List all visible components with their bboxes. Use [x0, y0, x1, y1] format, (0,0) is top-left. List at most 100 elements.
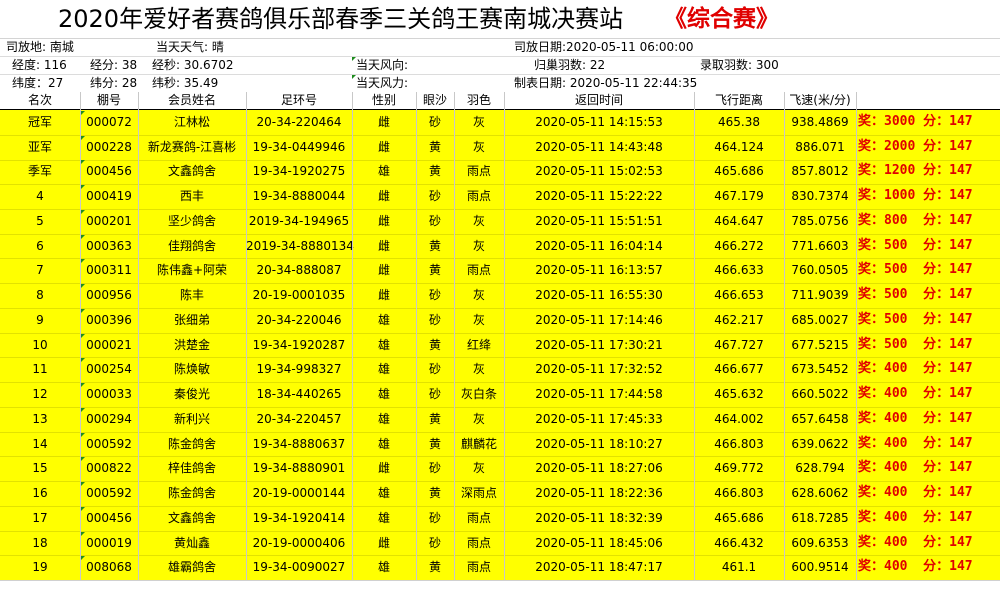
cell-member-name[interactable]: 张细弟: [138, 308, 246, 332]
longitude-sec[interactable]: 经秒: 30.6702: [152, 56, 233, 74]
cell-eye[interactable]: 砂: [416, 357, 454, 381]
cell-distance[interactable]: 464.647: [694, 209, 784, 233]
cell-loft[interactable]: 000228: [80, 135, 138, 159]
cell-loft[interactable]: 000822: [80, 456, 138, 480]
cell-eye[interactable]: 黄: [416, 555, 454, 579]
cell-member-name[interactable]: 佳翔鸽舍: [138, 234, 246, 258]
cell-eye[interactable]: 砂: [416, 283, 454, 307]
cell-distance[interactable]: 464.002: [694, 407, 784, 431]
cell-member-name[interactable]: 新利兴: [138, 407, 246, 431]
cell-prize-score[interactable]: 奖：500 分：147: [858, 258, 973, 282]
wind-force[interactable]: 当天风力:: [356, 74, 408, 92]
cell-eye[interactable]: 砂: [416, 184, 454, 208]
cell-rank[interactable]: 15: [0, 456, 80, 480]
cell-distance[interactable]: 461.1: [694, 555, 784, 579]
header-loft[interactable]: 棚号: [80, 92, 138, 109]
cell-member-name[interactable]: 梓佳鸽舍: [138, 456, 246, 480]
cell-rank[interactable]: 11: [0, 357, 80, 381]
cell-speed[interactable]: 628.6062: [784, 481, 856, 505]
table-row[interactable]: 8 000956 陈丰 20-19-0001035 雌砂灰 2020-05-11 16:5…: [0, 283, 1000, 309]
cell-eye[interactable]: 砂: [416, 209, 454, 233]
cell-sex[interactable]: 雌: [352, 456, 416, 480]
cell-distance[interactable]: 466.633: [694, 258, 784, 282]
table-row[interactable]: 7 000311 陈伟鑫+阿荣 20-34-888087 雌黄雨点 2020-05-11 …: [0, 258, 1000, 285]
cell-eye[interactable]: 砂: [416, 382, 454, 406]
cell-feather-color[interactable]: 红绛: [454, 333, 504, 357]
cell-ring-number[interactable]: 20-34-220464: [246, 110, 352, 134]
cell-prize-score[interactable]: 奖：800 分：147: [858, 209, 973, 233]
cell-feather-color[interactable]: 雨点: [454, 258, 504, 282]
table-row[interactable]: 15 000822 梓佳鸽舍 19-34-8880901 雌砂灰 2020-05-11 1…: [0, 456, 1000, 483]
cell-ring-number[interactable]: 2019-34-194965: [246, 209, 352, 233]
cell-return-time[interactable]: 2020-05-11 17:45:33: [504, 407, 694, 431]
cell-ring-number[interactable]: 20-34-220046: [246, 308, 352, 332]
table-row[interactable]: 11 000254 陈焕敏 19-34-998327 雄砂灰 2020-05-11 17:…: [0, 357, 1000, 384]
longitude-deg[interactable]: 经度: 116: [12, 56, 67, 74]
cell-member-name[interactable]: 秦俊光: [138, 382, 246, 406]
cell-ring-number[interactable]: 20-19-0001035: [246, 283, 352, 307]
cell-return-time[interactable]: 2020-05-11 18:32:39: [504, 506, 694, 530]
cell-loft[interactable]: 000456: [80, 506, 138, 530]
cell-return-time[interactable]: 2020-05-11 17:32:52: [504, 357, 694, 381]
cell-loft[interactable]: 000254: [80, 357, 138, 381]
cell-feather-color[interactable]: 灰白条: [454, 382, 504, 406]
cell-return-time[interactable]: 2020-05-11 18:10:27: [504, 432, 694, 456]
cell-distance[interactable]: 466.272: [694, 234, 784, 258]
cell-rank[interactable]: 5: [0, 209, 80, 233]
cell-feather-color[interactable]: 灰: [454, 456, 504, 480]
cell-prize-score[interactable]: 奖：500 分：147: [858, 333, 973, 357]
cell-feather-color[interactable]: 灰: [454, 234, 504, 258]
cell-prize-score[interactable]: 奖：1000 分：147: [858, 184, 973, 208]
cell-feather-color[interactable]: 雨点: [454, 555, 504, 579]
cell-member-name[interactable]: 新龙赛鸽-江喜彬: [138, 135, 246, 159]
cell-loft[interactable]: 000456: [80, 159, 138, 183]
cell-ring-number[interactable]: 19-34-0090027: [246, 555, 352, 579]
cell-feather-color[interactable]: 麒麟花: [454, 432, 504, 456]
cell-prize-score[interactable]: 奖：500 分：147: [858, 234, 973, 258]
cell-distance[interactable]: 466.803: [694, 481, 784, 505]
cell-ring-number[interactable]: 19-34-0449946: [246, 135, 352, 159]
cell-return-time[interactable]: 2020-05-11 17:44:58: [504, 382, 694, 406]
cell-member-name[interactable]: 雄霸鸽舍: [138, 555, 246, 579]
cell-ring-number[interactable]: 20-34-888087: [246, 258, 352, 282]
cell-ring-number[interactable]: 19-34-1920275: [246, 159, 352, 183]
cell-member-name[interactable]: 西丰: [138, 184, 246, 208]
cell-return-time[interactable]: 2020-05-11 14:15:53: [504, 110, 694, 134]
cell-loft[interactable]: 000201: [80, 209, 138, 233]
cell-member-name[interactable]: 坚少鸽舍: [138, 209, 246, 233]
table-row[interactable]: 14 000592 陈金鸽舍 19-34-8880637 雄黄麒麟花 2020-05-11…: [0, 432, 1000, 458]
cell-speed[interactable]: 609.6353: [784, 531, 856, 555]
cell-loft[interactable]: 000956: [80, 283, 138, 307]
cell-return-time[interactable]: 2020-05-11 17:30:21: [504, 333, 694, 357]
table-row[interactable]: 9 000396 张细弟 20-34-220046 雄砂灰 2020-05-11 17:1…: [0, 308, 1000, 334]
cell-eye[interactable]: 砂: [416, 531, 454, 555]
header-color[interactable]: 羽色: [454, 92, 504, 109]
wind-direction[interactable]: 当天风向:: [356, 56, 408, 74]
cell-prize-score[interactable]: 奖：400 分：147: [858, 432, 973, 456]
cell-sex[interactable]: 雄: [352, 308, 416, 332]
cell-ring-number[interactable]: 19-34-8880044: [246, 184, 352, 208]
cell-feather-color[interactable]: 灰: [454, 357, 504, 381]
release-place[interactable]: 司放地: 南城: [6, 38, 74, 56]
cell-feather-color[interactable]: 雨点: [454, 506, 504, 530]
cell-return-time[interactable]: 2020-05-11 16:04:14: [504, 234, 694, 258]
cell-member-name[interactable]: 陈丰: [138, 283, 246, 307]
table-row[interactable]: 17 000456 文鑫鸽舍 19-34-1920414 雄砂雨点 2020-05-11 …: [0, 506, 1000, 532]
cell-loft[interactable]: 000019: [80, 531, 138, 555]
cell-prize-score[interactable]: 奖：400 分：147: [858, 357, 973, 381]
cell-eye[interactable]: 砂: [416, 308, 454, 332]
table-row[interactable]: 亚军 000228 新龙赛鸽-江喜彬 19-34-0449946 雌黄灰 2020-05-…: [0, 135, 1000, 161]
cell-eye[interactable]: 黄: [416, 432, 454, 456]
cell-return-time[interactable]: 2020-05-11 18:22:36: [504, 481, 694, 505]
header-name[interactable]: 会员姓名: [138, 92, 246, 109]
cell-sex[interactable]: 雄: [352, 357, 416, 381]
cell-distance[interactable]: 469.772: [694, 456, 784, 480]
cell-rank[interactable]: 16: [0, 481, 80, 505]
cell-ring-number[interactable]: 19-34-8880637: [246, 432, 352, 456]
cell-prize-score[interactable]: 奖：1200 分：147: [858, 159, 973, 183]
cell-loft[interactable]: 000311: [80, 258, 138, 282]
cell-loft[interactable]: 000294: [80, 407, 138, 431]
cell-loft[interactable]: 000396: [80, 308, 138, 332]
cell-speed[interactable]: 657.6458: [784, 407, 856, 431]
header-time[interactable]: 返回时间: [504, 92, 694, 109]
